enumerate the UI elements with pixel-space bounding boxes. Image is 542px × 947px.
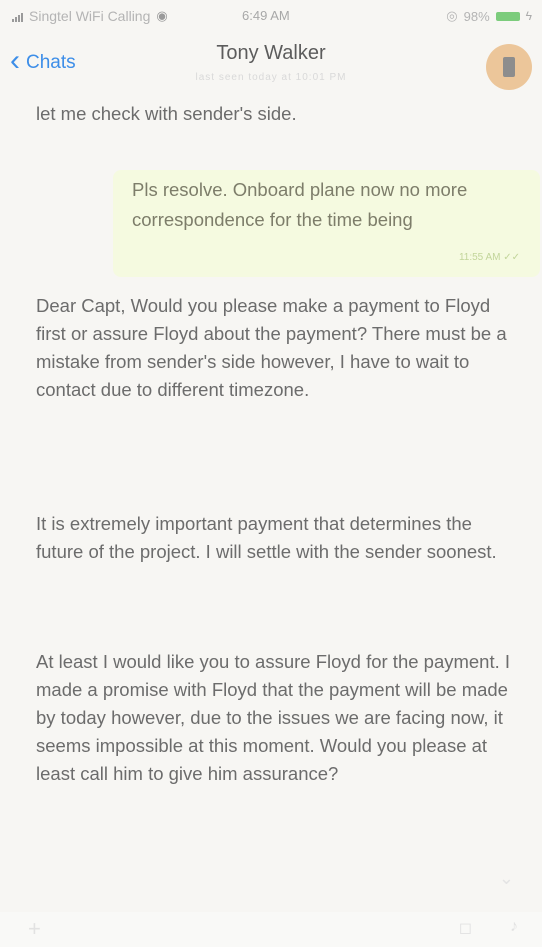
composer-bar: + ◻ ♪ [0, 912, 542, 947]
plus-icon[interactable]: + [28, 916, 41, 942]
microphone-icon[interactable]: ♪ [510, 918, 518, 936]
message-incoming[interactable]: It is extremely important payment that d… [36, 510, 516, 566]
contact-name[interactable]: Tony Walker [0, 42, 542, 65]
battery-percent: 98% [463, 8, 490, 24]
status-left: Singtel WiFi Calling ◉ [12, 8, 168, 24]
contact-status: last seen today at 10:01 PM [195, 72, 347, 83]
wifi-icon: ◉ [156, 8, 168, 23]
carrier-label: Singtel WiFi Calling [29, 8, 151, 24]
status-bar: Singtel WiFi Calling ◉ 6:49 AM ◎ 98% ϟ [0, 0, 542, 30]
message-incoming[interactable]: let me check with sender's side. [36, 100, 516, 128]
chevron-down-icon[interactable]: ⌄ [499, 868, 514, 889]
status-right: ◎ 98% ϟ [446, 8, 532, 24]
message-meta: 11:55 AM ✓✓ [459, 252, 520, 263]
read-receipt-icon: ✓✓ [503, 252, 520, 263]
battery-icon [495, 11, 520, 21]
avatar-image [503, 57, 515, 77]
chat-header: ‹ Chats Tony Walker last seen today at 1… [0, 30, 542, 100]
charging-icon: ϟ [525, 9, 532, 23]
message-time: 11:55 AM [458, 252, 501, 263]
message-incoming[interactable]: Dear Capt, Would you please make a payme… [36, 292, 516, 404]
signal-icon [12, 11, 23, 22]
avatar[interactable] [486, 44, 532, 90]
status-time: 6:49 AM [242, 8, 290, 23]
camera-icon[interactable]: ◻ [459, 918, 472, 938]
message-incoming[interactable]: At least I would like you to assure Floy… [36, 648, 526, 788]
message-outgoing[interactable]: Pls resolve. Onboard plane now no more c… [113, 170, 540, 277]
location-icon: ◎ [446, 8, 458, 23]
message-text: Pls resolve. Onboard plane now no more c… [132, 179, 468, 230]
